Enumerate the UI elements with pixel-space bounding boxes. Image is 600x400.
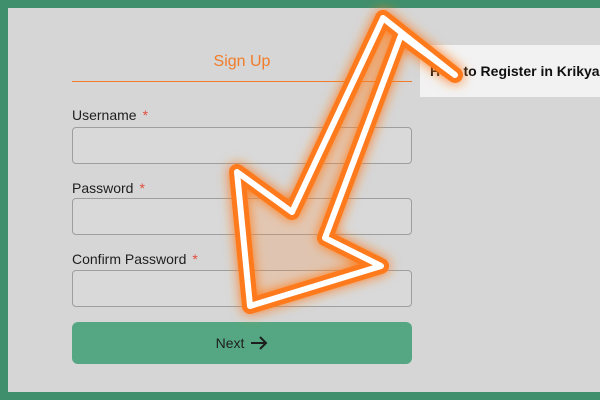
help-title: How to Register in Krikya (430, 63, 600, 79)
password-input[interactable] (72, 198, 412, 235)
next-button-label: Next (215, 335, 245, 351)
password-label: Password * (72, 180, 145, 196)
confirm-password-label: Confirm Password * (72, 251, 198, 267)
username-label-text: Username (72, 107, 137, 123)
help-card[interactable]: How to Register in Krikya (420, 45, 600, 97)
tab-sign-up[interactable]: Sign Up (72, 53, 412, 71)
arrow-right-icon (251, 336, 268, 350)
next-button[interactable]: Next (72, 322, 412, 364)
username-input[interactable] (72, 127, 412, 164)
tab-underline (72, 81, 412, 82)
username-label: Username * (72, 107, 148, 123)
confirm-password-label-text: Confirm Password (72, 251, 187, 267)
required-asterisk: * (192, 251, 198, 267)
confirm-password-input[interactable] (72, 270, 412, 307)
required-asterisk: * (142, 107, 149, 123)
password-label-text: Password (72, 180, 134, 196)
required-asterisk: * (139, 180, 145, 196)
